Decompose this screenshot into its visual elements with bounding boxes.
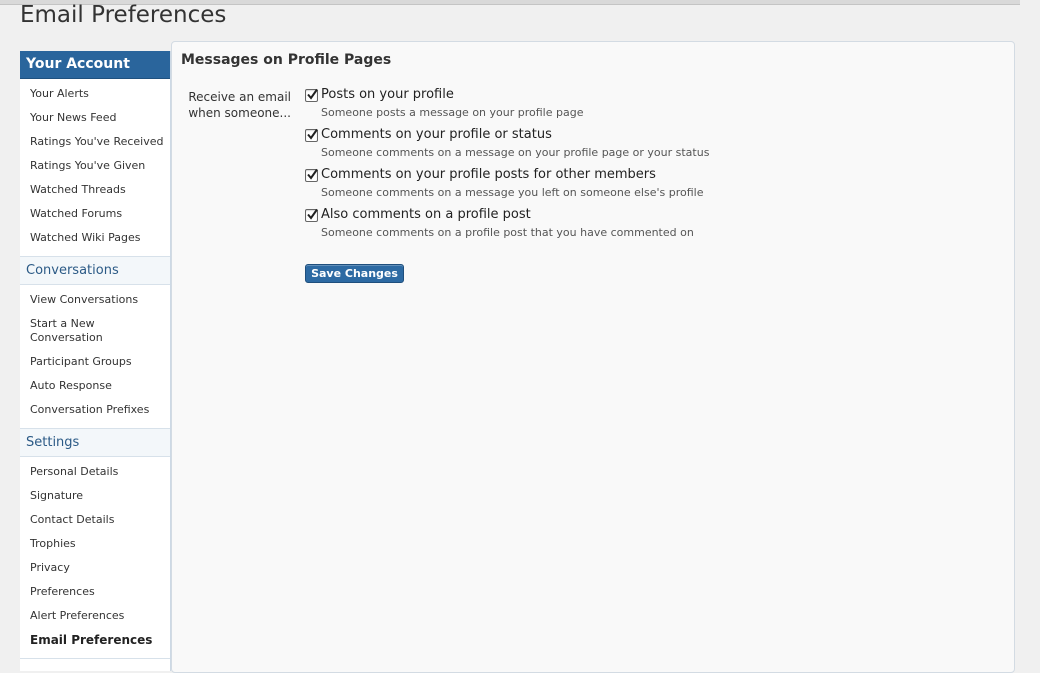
option-label[interactable]: Posts on your profile [321, 87, 454, 102]
checkbox-also-comments[interactable] [305, 208, 318, 222]
option-posts-on-profile: Posts on your profile Someone posts a me… [305, 87, 905, 128]
sidebar-item-auto-response[interactable]: Auto Response [20, 374, 170, 398]
sidebar-item-preferences[interactable]: Preferences [20, 580, 170, 604]
sidebar-item-your-alerts[interactable]: Your Alerts [20, 82, 170, 106]
sidebar-item-alert-preferences[interactable]: Alert Preferences [20, 604, 170, 628]
sidebar-heading-settings[interactable]: Settings [20, 429, 170, 457]
sidebar-item-conversation-prefixes[interactable]: Conversation Prefixes [20, 398, 170, 422]
sidebar-item-your-news-feed[interactable]: Your News Feed [20, 106, 170, 130]
sidebar-item-trophies[interactable]: Trophies [20, 532, 170, 556]
field-label: Receive an email when someone... [188, 90, 291, 120]
sidebar-item-start-conversation[interactable]: Start a New Conversation [20, 312, 120, 350]
sidebar-list: Your Alerts Your News Feed Ratings You'v… [20, 79, 170, 256]
sidebar-section-your-account: Your Account Your Alerts Your News Feed … [20, 51, 170, 257]
option-label[interactable]: Comments on your profile or status [321, 127, 552, 142]
checkmark-icon [307, 88, 318, 100]
sidebar-heading-your-account[interactable]: Your Account [20, 51, 170, 79]
option-description: Someone posts a message on your profile … [321, 106, 584, 119]
option-label[interactable]: Also comments on a profile post [321, 207, 531, 222]
options-list: Posts on your profile Someone posts a me… [305, 87, 905, 248]
sidebar: Your Account Your Alerts Your News Feed … [20, 51, 171, 671]
checkmark-icon [307, 168, 318, 180]
sidebar-item-view-conversations[interactable]: View Conversations [20, 288, 170, 312]
sidebar-item-ratings-given[interactable]: Ratings You've Given [20, 154, 170, 178]
checkbox-comments-on-profile[interactable] [305, 128, 318, 142]
page-title: Email Preferences [20, 2, 227, 28]
checkbox-comments-on-profile-posts[interactable] [305, 168, 318, 182]
sidebar-item-watched-threads[interactable]: Watched Threads [20, 178, 170, 202]
sidebar-item-ratings-received[interactable]: Ratings You've Received [20, 130, 170, 154]
option-label[interactable]: Comments on your profile posts for other… [321, 167, 656, 182]
sidebar-item-watched-forums[interactable]: Watched Forums [20, 202, 170, 226]
option-description: Someone comments on a message you left o… [321, 186, 704, 199]
sidebar-item-watched-wiki-pages[interactable]: Watched Wiki Pages [20, 226, 170, 250]
sidebar-item-email-preferences[interactable]: Email Preferences [20, 628, 170, 652]
sidebar-item-personal-details[interactable]: Personal Details [20, 460, 170, 484]
sidebar-list: Personal Details Signature Contact Detai… [20, 457, 170, 658]
sidebar-section-conversations: Conversations View Conversations Start a… [20, 257, 170, 429]
checkmark-icon [307, 128, 318, 140]
sidebar-section-settings: Settings Personal Details Signature Cont… [20, 429, 170, 659]
option-description: Someone comments on a message on your pr… [321, 146, 710, 159]
checkbox-posts-on-profile[interactable] [305, 88, 318, 102]
checkmark-icon [307, 208, 318, 220]
option-also-comments: Also comments on a profile post Someone … [305, 207, 905, 248]
sidebar-list: View Conversations Start a New Conversat… [20, 285, 170, 428]
sidebar-item-contact-details[interactable]: Contact Details [20, 508, 170, 532]
option-comments-on-profile-posts: Comments on your profile posts for other… [305, 167, 905, 208]
sidebar-item-privacy[interactable]: Privacy [20, 556, 170, 580]
option-comments-on-profile: Comments on your profile or status Someo… [305, 127, 905, 168]
sidebar-item-signature[interactable]: Signature [20, 484, 170, 508]
sidebar-item-participant-groups[interactable]: Participant Groups [20, 350, 170, 374]
sidebar-heading-conversations[interactable]: Conversations [20, 257, 170, 285]
preferences-panel: Messages on Profile Pages Receive an ema… [171, 41, 1015, 673]
option-description: Someone comments on a profile post that … [321, 226, 694, 239]
section-title: Messages on Profile Pages [181, 52, 392, 68]
save-changes-button[interactable]: Save Changes [305, 264, 404, 283]
